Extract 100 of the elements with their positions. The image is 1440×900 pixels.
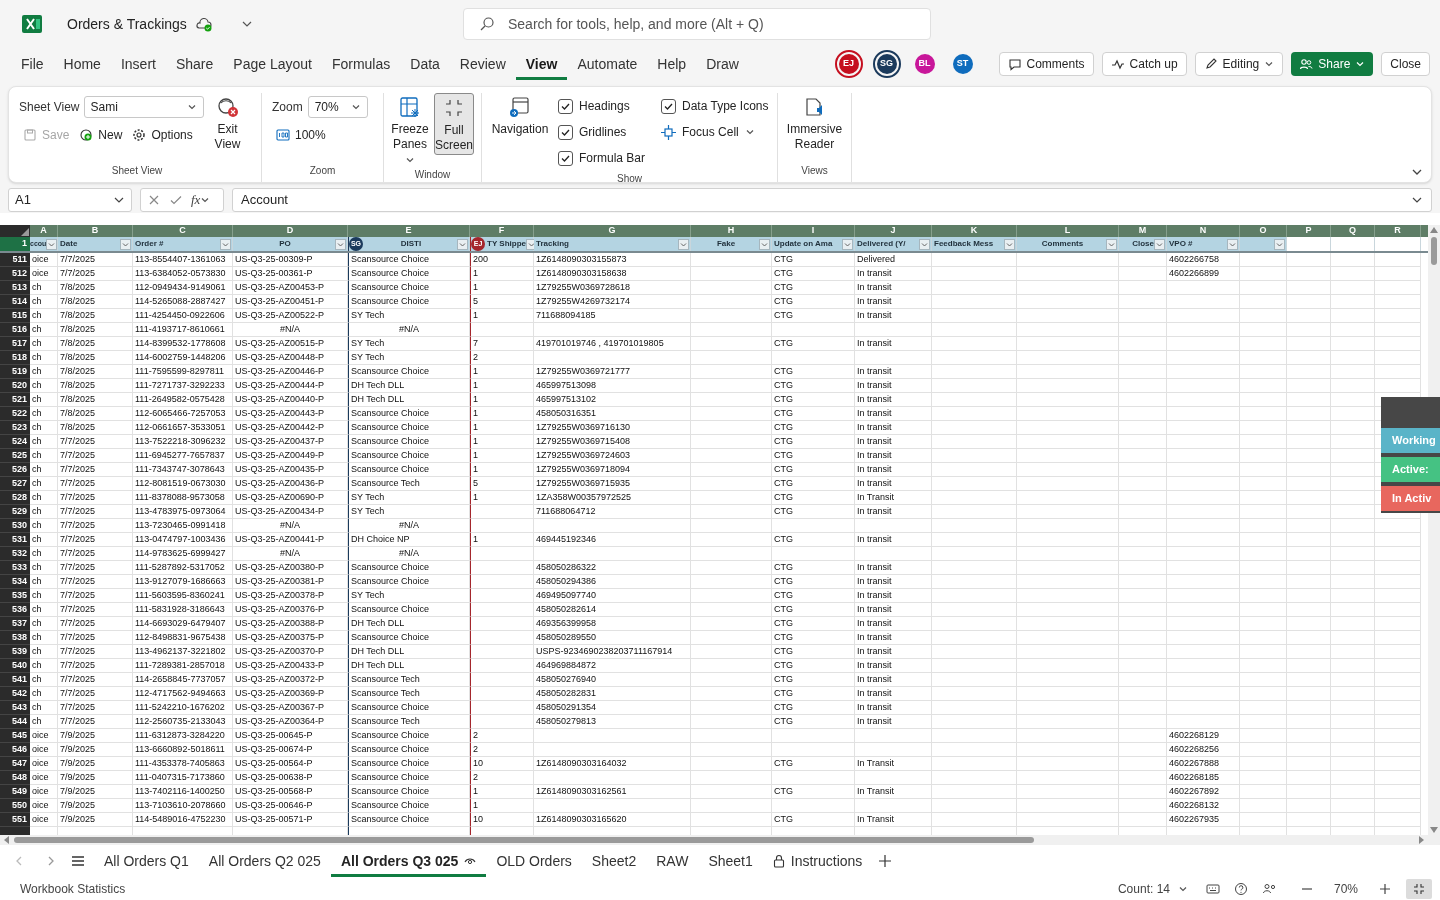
row-number[interactable]: 524 — [0, 435, 30, 449]
header-button[interactable]: Close — [1381, 52, 1430, 76]
row-number[interactable]: 529 — [0, 505, 30, 519]
count-button[interactable]: Count: 14 — [1117, 879, 1188, 898]
ribbon-button[interactable]: New — [75, 124, 127, 146]
row-number[interactable]: 528 — [0, 491, 30, 505]
header-cell[interactable]: Comments — [1017, 237, 1119, 251]
menu-tab[interactable]: Page Layout — [223, 48, 322, 80]
ribbon-button[interactable]: 100% — [272, 124, 368, 146]
row-number[interactable]: 517 — [0, 337, 30, 351]
row-number[interactable]: 551 — [0, 813, 30, 827]
sheet-view-dropdown[interactable]: Sami — [83, 96, 204, 118]
checkbox-label[interactable]: Headings — [579, 97, 630, 115]
header-cell[interactable]: PO — [233, 237, 348, 251]
row-number[interactable]: 530 — [0, 519, 30, 533]
row-number[interactable]: 547 — [0, 757, 30, 771]
row-number[interactable]: 514 — [0, 295, 30, 309]
cancel-icon[interactable] — [147, 193, 161, 207]
row-number[interactable]: 527 — [0, 477, 30, 491]
row-number[interactable]: 540 — [0, 659, 30, 673]
row-number[interactable]: 525 — [0, 449, 30, 463]
row-number[interactable]: 532 — [0, 547, 30, 561]
menu-tab[interactable]: Formulas — [321, 48, 401, 80]
sheet-tab[interactable]: RAW — [646, 845, 699, 877]
row-number[interactable]: 549 — [0, 785, 30, 799]
row-number[interactable]: 548 — [0, 771, 30, 785]
filter-button[interactable] — [678, 238, 689, 250]
zoom-level[interactable]: 70% — [1328, 879, 1364, 898]
scrollbar-thumb[interactable] — [14, 837, 1034, 843]
sheet-tab[interactable]: Sheet1 — [698, 845, 763, 877]
menu-tab[interactable]: Home — [53, 48, 111, 80]
formula-field[interactable]: Account — [232, 188, 1432, 212]
row-number[interactable]: 521 — [0, 393, 30, 407]
header-cell[interactable] — [1240, 237, 1287, 251]
row-number[interactable]: 539 — [0, 645, 30, 659]
avatar[interactable]: BL — [914, 54, 935, 74]
header-cell[interactable]: VPO # — [1167, 237, 1240, 251]
header-cell[interactable]: Order # — [133, 237, 233, 251]
filter-button[interactable] — [1004, 238, 1015, 250]
header-button[interactable]: Catch up — [1101, 52, 1187, 76]
row-number[interactable]: 538 — [0, 631, 30, 645]
row-number[interactable]: 513 — [0, 281, 30, 295]
ribbon-button[interactable]: Exit View — [207, 93, 248, 163]
filter-button[interactable] — [120, 238, 131, 250]
zoom-dropdown[interactable]: 70% — [307, 96, 368, 118]
row-number[interactable]: 544 — [0, 715, 30, 729]
row-number[interactable]: 541 — [0, 673, 30, 687]
row-number[interactable]: 531 — [0, 533, 30, 547]
menu-tab[interactable]: View — [515, 48, 568, 80]
focus-cell-button[interactable]: Focus Cell — [661, 119, 769, 145]
filter-button[interactable] — [1106, 238, 1117, 250]
header-button[interactable]: Comments — [998, 52, 1094, 76]
row-number[interactable]: 1 — [0, 237, 30, 251]
filter-button[interactable] — [919, 238, 930, 250]
filter-button[interactable] — [46, 238, 58, 250]
filter-button[interactable] — [457, 238, 468, 250]
checkbox-label[interactable]: Gridlines — [579, 123, 627, 141]
menu-tab[interactable]: File — [11, 48, 54, 80]
row-number[interactable]: 545 — [0, 729, 30, 743]
row-number[interactable]: 537 — [0, 617, 30, 631]
row-number[interactable]: 518 — [0, 351, 30, 365]
people-icon[interactable] — [1262, 881, 1276, 896]
menu-tab[interactable]: Share — [165, 48, 224, 80]
header-button[interactable]: Editing — [1194, 52, 1284, 76]
zoom-in-icon[interactable] — [1378, 881, 1392, 896]
menu-tab[interactable]: Data — [400, 48, 450, 80]
row-number[interactable]: 512 — [0, 267, 30, 281]
avatar[interactable]: ST — [952, 54, 973, 74]
add-sheet-icon[interactable] — [878, 854, 893, 868]
filter-button[interactable] — [220, 238, 231, 250]
checkbox-label[interactable]: Data Type Icons — [682, 97, 769, 115]
row-number[interactable]: 519 — [0, 365, 30, 379]
fit-screen-button[interactable] — [1406, 878, 1432, 899]
menu-tab[interactable]: Automate — [567, 48, 648, 80]
filter-button[interactable] — [1227, 238, 1238, 250]
header-cell[interactable]: Delivered (Y/ — [855, 237, 932, 251]
filter-button[interactable] — [1154, 238, 1165, 250]
row-number[interactable]: 522 — [0, 407, 30, 421]
scrollbar-thumb[interactable] — [1431, 237, 1437, 265]
row-number[interactable]: 543 — [0, 701, 30, 715]
row-number[interactable]: 535 — [0, 589, 30, 603]
row-number[interactable]: 536 — [0, 603, 30, 617]
scroll-up-icon[interactable] — [1430, 227, 1438, 233]
row-number[interactable]: 533 — [0, 561, 30, 575]
ribbon-button[interactable]: Immersive Reader — [784, 93, 845, 163]
row-number[interactable]: 526 — [0, 463, 30, 477]
insert-function-button[interactable]: fx — [191, 190, 211, 210]
checkbox-label[interactable]: Formula Bar — [579, 149, 646, 167]
search-field[interactable]: Search for tools, help, and more (Alt + Q) — [463, 8, 931, 40]
confirm-icon[interactable] — [169, 193, 183, 207]
row-number[interactable]: 542 — [0, 687, 30, 701]
row-number[interactable]: 546 — [0, 743, 30, 757]
ribbon-button[interactable]: Options — [128, 124, 197, 146]
sheet-tab[interactable]: OLD Orders — [486, 845, 582, 877]
row-number[interactable]: 550 — [0, 799, 30, 813]
header-button[interactable]: Share — [1291, 52, 1374, 76]
ribbon-button[interactable]: Full Screen — [434, 93, 474, 155]
filter-button[interactable] — [842, 238, 853, 250]
menu-tab[interactable]: Draw — [696, 48, 749, 80]
help-icon[interactable] — [1234, 881, 1248, 896]
